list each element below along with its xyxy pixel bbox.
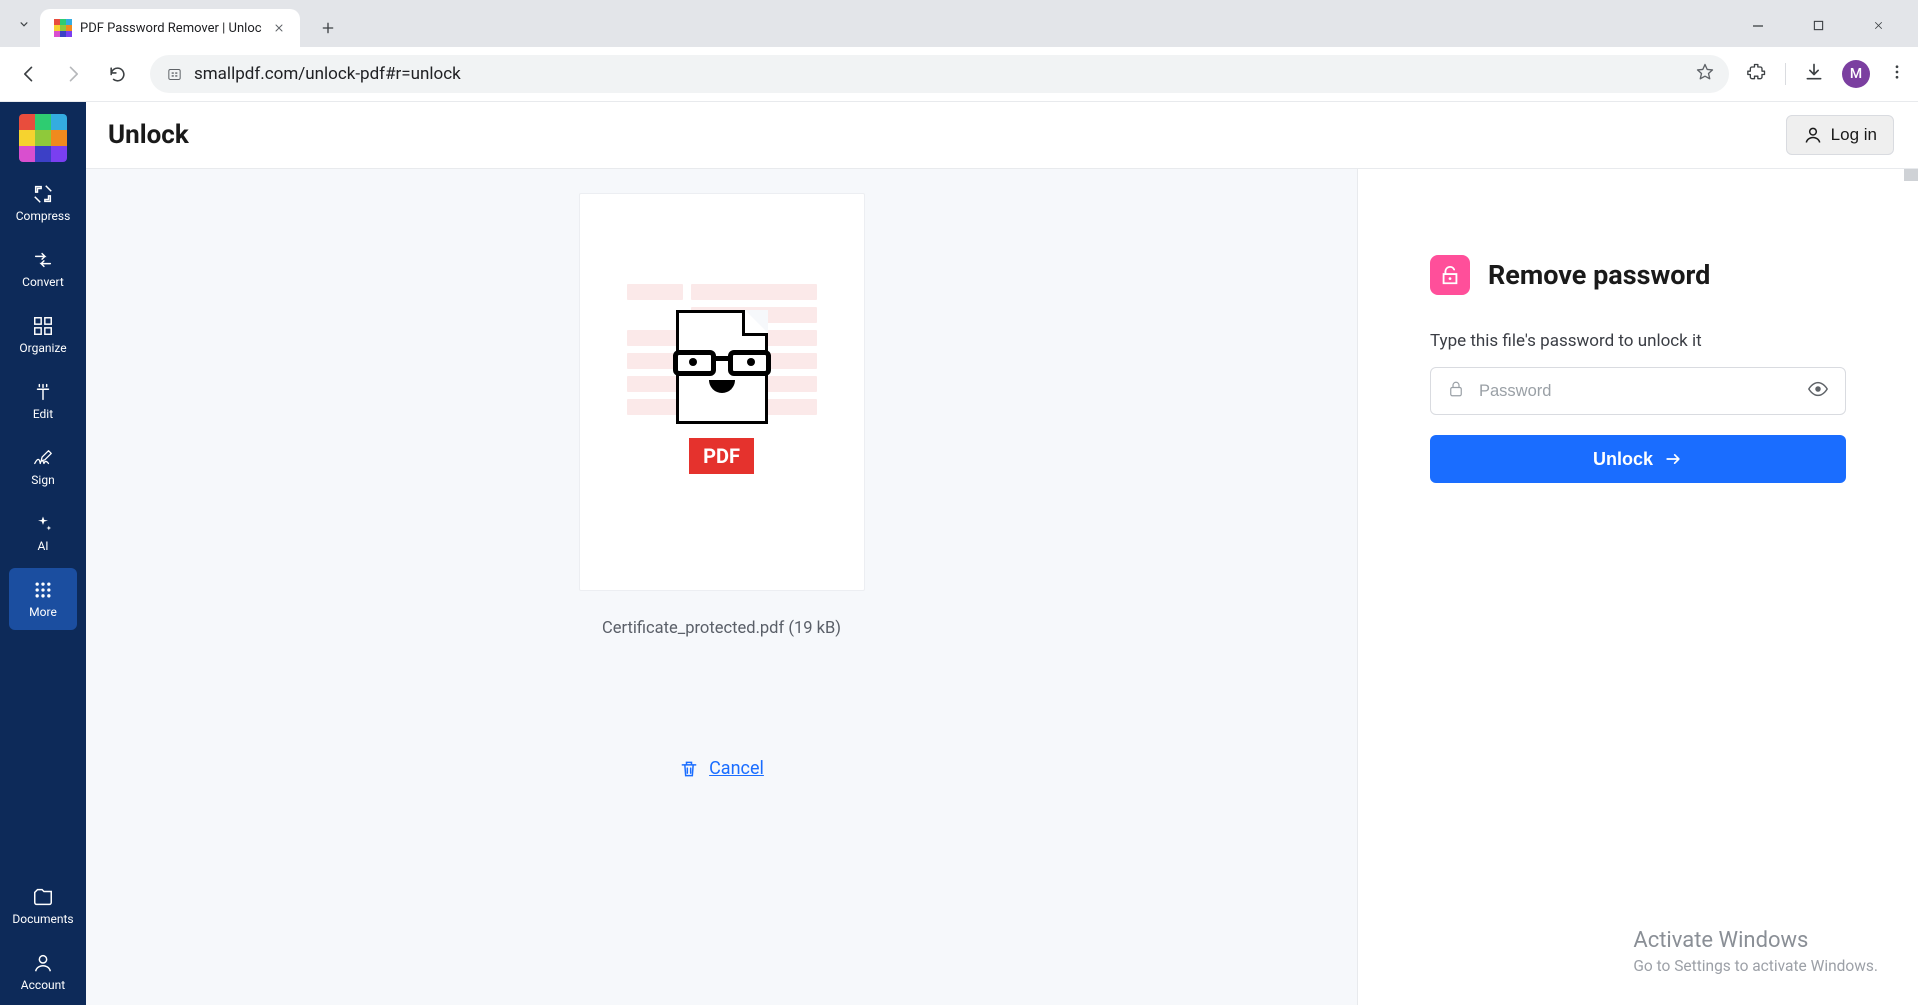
sidebar-item-account[interactable]: Account xyxy=(9,941,77,1003)
edit-icon xyxy=(32,381,54,403)
trash-icon xyxy=(679,759,699,779)
url-text: smallpdf.com/unlock-pdf#r=unlock xyxy=(194,64,461,84)
sidebar-label: Compress xyxy=(16,209,71,223)
more-grid-icon xyxy=(32,579,54,601)
cancel-row: Cancel xyxy=(679,758,764,779)
login-button[interactable]: Log in xyxy=(1786,115,1894,155)
browser-chrome: PDF Password Remover | Unloc sma xyxy=(0,0,1918,102)
panel-title: Remove password xyxy=(1488,259,1710,291)
sidebar-label: Sign xyxy=(31,473,54,487)
unlock-button-label: Unlock xyxy=(1593,449,1653,470)
lock-icon xyxy=(1447,380,1465,402)
smallpdf-logo[interactable] xyxy=(19,114,67,162)
address-bar: smallpdf.com/unlock-pdf#r=unlock M xyxy=(0,47,1918,102)
sidebar-label: AI xyxy=(37,539,48,553)
sidebar-label: Convert xyxy=(22,275,64,289)
panel-header: Remove password xyxy=(1430,255,1846,295)
unlock-icon xyxy=(1430,255,1470,295)
back-button[interactable] xyxy=(12,57,46,91)
sidebar-item-ai[interactable]: AI xyxy=(9,502,77,564)
maximize-icon[interactable] xyxy=(1798,10,1838,42)
app-root: Compress Convert Organize Edit Sign AI M… xyxy=(0,102,1918,1005)
content-area: Unlock Log in xyxy=(86,102,1918,1005)
extensions-icon[interactable] xyxy=(1747,62,1767,86)
sidebar-label: Documents xyxy=(12,912,73,926)
browser-tab[interactable]: PDF Password Remover | Unloc xyxy=(40,9,300,47)
pdf-badge: PDF xyxy=(689,438,754,474)
unlock-button[interactable]: Unlock xyxy=(1430,435,1846,483)
sidebar: Compress Convert Organize Edit Sign AI M… xyxy=(0,102,86,1005)
unlock-panel: Remove password Type this file's passwor… xyxy=(1358,169,1918,1005)
downloads-icon[interactable] xyxy=(1804,62,1824,86)
app-header: Unlock Log in xyxy=(86,102,1918,169)
page-title: Unlock xyxy=(108,120,189,150)
windows-activation-watermark: Activate Windows Go to Settings to activ… xyxy=(1633,928,1878,975)
profile-avatar[interactable]: M xyxy=(1842,60,1870,88)
scrollbar[interactable] xyxy=(1904,169,1918,1005)
user-icon xyxy=(1803,125,1823,145)
pdf-mascot-icon: PDF xyxy=(676,310,768,474)
sidebar-label: Account xyxy=(21,978,65,992)
minimize-icon[interactable] xyxy=(1738,10,1778,42)
url-input[interactable]: smallpdf.com/unlock-pdf#r=unlock xyxy=(150,55,1729,93)
toolbar-right: M xyxy=(1747,60,1906,88)
sidebar-label: Edit xyxy=(33,407,53,421)
new-tab-button[interactable] xyxy=(312,12,344,44)
password-field-wrapper xyxy=(1430,367,1846,415)
sidebar-item-documents[interactable]: Documents xyxy=(9,875,77,937)
profile-initial: M xyxy=(1850,66,1862,82)
tab-title: PDF Password Remover | Unloc xyxy=(80,21,262,36)
sidebar-item-edit[interactable]: Edit xyxy=(9,370,77,432)
window-controls xyxy=(1738,6,1918,42)
documents-icon xyxy=(32,886,54,908)
separator xyxy=(1785,63,1786,85)
sidebar-item-compress[interactable]: Compress xyxy=(9,172,77,234)
file-preview-pane: PDF Certificate_protected.pdf (19 kB) Ca… xyxy=(86,169,1358,1005)
watermark-line1: Activate Windows xyxy=(1633,928,1878,953)
close-tab-icon[interactable] xyxy=(270,19,288,37)
sidebar-item-more[interactable]: More xyxy=(9,568,77,630)
site-info-icon[interactable] xyxy=(164,64,184,84)
sidebar-item-sign[interactable]: Sign xyxy=(9,436,77,498)
panel-subtitle: Type this file's password to unlock it xyxy=(1430,331,1846,351)
sign-icon xyxy=(32,447,54,469)
forward-button[interactable] xyxy=(56,57,90,91)
account-icon xyxy=(32,952,54,974)
login-label: Log in xyxy=(1831,125,1877,145)
tab-search-dropdown[interactable] xyxy=(8,8,40,40)
watermark-line2: Go to Settings to activate Windows. xyxy=(1633,957,1878,975)
file-card: PDF xyxy=(579,193,865,591)
cancel-link[interactable]: Cancel xyxy=(709,758,764,779)
reload-button[interactable] xyxy=(100,57,134,91)
file-name: Certificate_protected.pdf (19 kB) xyxy=(602,619,841,638)
ai-sparkle-icon xyxy=(32,513,54,535)
sidebar-item-organize[interactable]: Organize xyxy=(9,304,77,366)
tab-bar: PDF Password Remover | Unloc xyxy=(0,0,1918,47)
smallpdf-favicon xyxy=(54,19,72,37)
close-window-icon[interactable] xyxy=(1858,10,1898,42)
convert-icon xyxy=(32,249,54,271)
bookmark-star-icon[interactable] xyxy=(1695,62,1715,86)
sidebar-label: Organize xyxy=(19,341,66,355)
arrow-right-icon xyxy=(1663,449,1683,469)
password-input[interactable] xyxy=(1479,382,1793,401)
sidebar-label: More xyxy=(29,605,57,619)
main-split: PDF Certificate_protected.pdf (19 kB) Ca… xyxy=(86,169,1918,1005)
toggle-visibility-icon[interactable] xyxy=(1807,378,1829,404)
sidebar-item-convert[interactable]: Convert xyxy=(9,238,77,300)
compress-icon xyxy=(32,183,54,205)
organize-icon xyxy=(32,315,54,337)
chrome-menu-icon[interactable] xyxy=(1888,63,1906,85)
